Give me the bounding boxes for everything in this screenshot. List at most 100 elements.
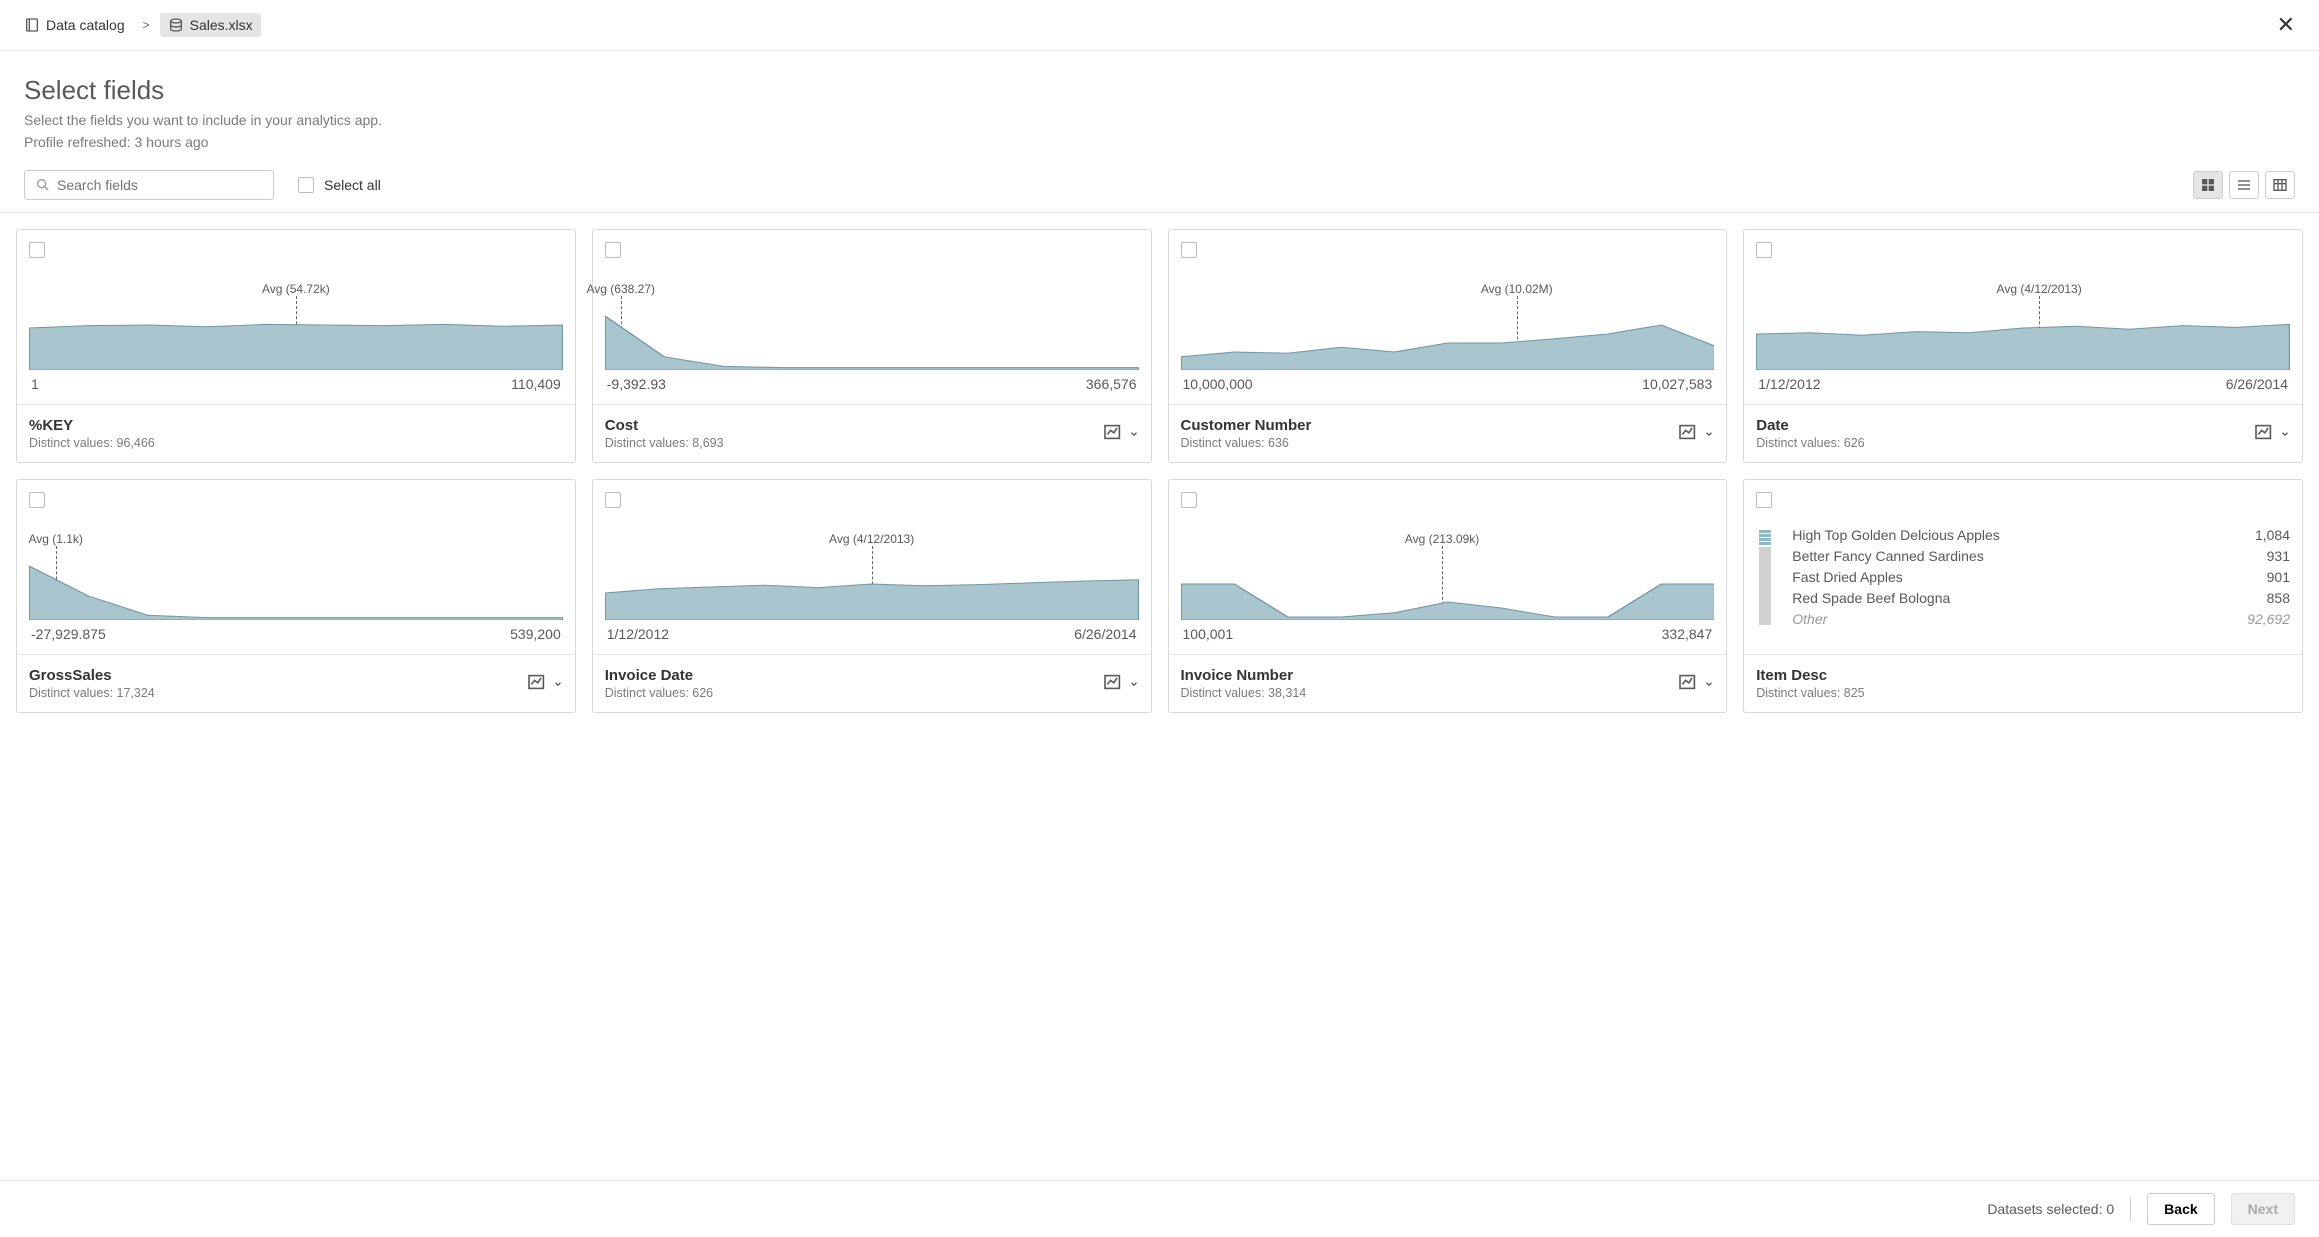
list-icon	[2236, 177, 2252, 193]
range-max: 539,200	[510, 626, 561, 642]
field-chart: Avg (4/12/2013) 1/12/2012 6/26/2014	[605, 532, 1139, 642]
field-checkbox[interactable]	[29, 242, 45, 258]
chart-icon	[527, 674, 547, 693]
chart-type-menu[interactable]	[2254, 424, 2290, 443]
field-chart: Avg (4/12/2013) 1/12/2012 6/26/2014	[1756, 282, 2290, 392]
chart-icon	[1678, 674, 1698, 693]
search-input[interactable]	[57, 177, 263, 193]
chevron-down-icon	[2280, 426, 2290, 442]
page-header: Select fields Select the fields you want…	[0, 51, 2319, 150]
field-checkbox[interactable]	[1181, 492, 1197, 508]
chart-icon	[1103, 424, 1123, 443]
range-min: -27,929.875	[31, 626, 106, 642]
search-input-wrap[interactable]	[24, 170, 274, 200]
chart-icon	[1678, 424, 1698, 443]
field-name: Customer Number	[1181, 417, 1312, 434]
field-card[interactable]: Avg (4/12/2013) 1/12/2012 6/26/2014 Invoi…	[592, 479, 1152, 713]
chart-type-menu[interactable]	[1678, 424, 1714, 443]
chart-icon	[1103, 674, 1123, 693]
close-button[interactable]: ✕	[2269, 8, 2303, 42]
breadcrumb-root-label: Data catalog	[46, 17, 125, 33]
field-name: Invoice Date	[605, 667, 713, 684]
field-cards: Avg (54.72k) 1 110,409%KEY Distinct valu…	[16, 229, 2303, 713]
field-name: Invoice Number	[1181, 667, 1307, 684]
distinct-values: Distinct values: 38,314	[1181, 686, 1307, 700]
select-all[interactable]: Select all	[298, 177, 381, 193]
chart-type-menu[interactable]	[1103, 424, 1139, 443]
select-all-checkbox[interactable]	[298, 177, 314, 193]
breadcrumb: Data catalog > Sales.xlsx	[16, 13, 261, 37]
list-item-value: 1,084	[2255, 527, 2290, 543]
field-card[interactable]: Avg (638.27) -9,392.93 366,576Cost Disti…	[592, 229, 1152, 463]
list-item-value: 931	[2267, 548, 2290, 564]
page-title: Select fields	[24, 75, 2295, 106]
avg-label: Avg (10.02M)	[1481, 282, 1553, 296]
field-card[interactable]: High Top Golden Delcious Apples 1,084 Be…	[1743, 479, 2303, 713]
field-checkbox[interactable]	[1181, 242, 1197, 258]
breadcrumb-root[interactable]: Data catalog	[16, 13, 133, 37]
field-checkbox[interactable]	[29, 492, 45, 508]
chevron-down-icon	[1704, 426, 1714, 442]
chart-icon	[2254, 424, 2274, 443]
range-min: 100,001	[1183, 626, 1234, 642]
field-card[interactable]: Avg (4/12/2013) 1/12/2012 6/26/2014Date …	[1743, 229, 2303, 463]
list-item-label: Fast Dried Apples	[1792, 569, 1903, 585]
range-max: 366,576	[1086, 376, 1137, 392]
list-item-label: High Top Golden Delcious Apples	[1792, 527, 2000, 543]
chart-type-menu[interactable]	[1103, 674, 1139, 693]
field-card[interactable]: Avg (1.1k) -27,929.875 539,200GrossSales…	[16, 479, 576, 713]
view-table-button[interactable]	[2265, 171, 2295, 199]
list-item-value: 901	[2267, 569, 2290, 585]
field-card[interactable]: Avg (54.72k) 1 110,409%KEY Distinct valu…	[16, 229, 576, 463]
list-item-value: 92,692	[2247, 611, 2290, 627]
database-icon	[168, 17, 184, 33]
field-card[interactable]: Avg (213.09k) 100,001 332,847 Invoice Num…	[1168, 479, 1728, 713]
chart-type-menu[interactable]	[1678, 674, 1714, 693]
avg-label: Avg (638.27)	[587, 282, 656, 296]
list-item-label: Other	[1792, 611, 1827, 627]
distinct-values: Distinct values: 636	[1181, 436, 1312, 450]
distinct-values: Distinct values: 626	[1756, 436, 1864, 450]
field-card[interactable]: Avg (10.02M) 10,000,000 10,027,583Custom…	[1168, 229, 1728, 463]
range-min: 1/12/2012	[607, 626, 669, 642]
page-subtitle: Select the fields you want to include in…	[24, 112, 2295, 128]
breadcrumb-current[interactable]: Sales.xlsx	[160, 13, 261, 37]
field-checkbox[interactable]	[605, 492, 621, 508]
range-min: 1/12/2012	[1758, 376, 1820, 392]
chevron-down-icon	[553, 676, 563, 692]
view-grid-button[interactable]	[2193, 171, 2223, 199]
distinct-values: Distinct values: 8,693	[605, 436, 724, 450]
refresh-status: Profile refreshed: 3 hours ago	[24, 134, 2295, 150]
list-item: High Top Golden Delcious Apples 1,084	[1792, 527, 2290, 543]
range-min: 1	[31, 376, 39, 392]
field-checkbox[interactable]	[605, 242, 621, 258]
avg-label: Avg (54.72k)	[262, 282, 330, 296]
chevron-down-icon	[1129, 426, 1139, 442]
next-button[interactable]: Next	[2231, 1193, 2295, 1225]
avg-label: Avg (1.1k)	[28, 532, 82, 546]
list-item: Other 92,692	[1792, 611, 2290, 627]
field-chart: Avg (54.72k) 1 110,409	[29, 282, 563, 392]
distinct-values: Distinct values: 626	[605, 686, 713, 700]
grid-icon	[2200, 177, 2216, 193]
field-chart: Avg (638.27) -9,392.93 366,576	[605, 282, 1139, 392]
field-checkbox[interactable]	[1756, 492, 1772, 508]
field-chart: Avg (213.09k) 100,001 332,847	[1181, 532, 1715, 642]
avg-label: Avg (213.09k)	[1405, 532, 1480, 546]
distinct-values: Distinct values: 17,324	[29, 686, 155, 700]
range-max: 6/26/2014	[2226, 376, 2288, 392]
view-list-button[interactable]	[2229, 171, 2259, 199]
field-checkbox[interactable]	[1756, 242, 1772, 258]
range-max: 110,409	[511, 376, 561, 392]
breadcrumb-current-label: Sales.xlsx	[190, 17, 253, 33]
distinct-values: Distinct values: 825	[1756, 686, 1864, 700]
distribution-list: High Top Golden Delcious Apples 1,084 Be…	[1756, 527, 2290, 627]
chevron-down-icon	[1129, 676, 1139, 692]
back-button[interactable]: Back	[2147, 1193, 2214, 1225]
range-max: 10,027,583	[1642, 376, 1712, 392]
breadcrumb-separator: >	[143, 18, 150, 32]
chart-type-menu[interactable]	[527, 674, 563, 693]
select-all-label: Select all	[324, 177, 381, 193]
toolbar: Select all	[0, 150, 2319, 213]
avg-label: Avg (4/12/2013)	[1997, 282, 2082, 296]
